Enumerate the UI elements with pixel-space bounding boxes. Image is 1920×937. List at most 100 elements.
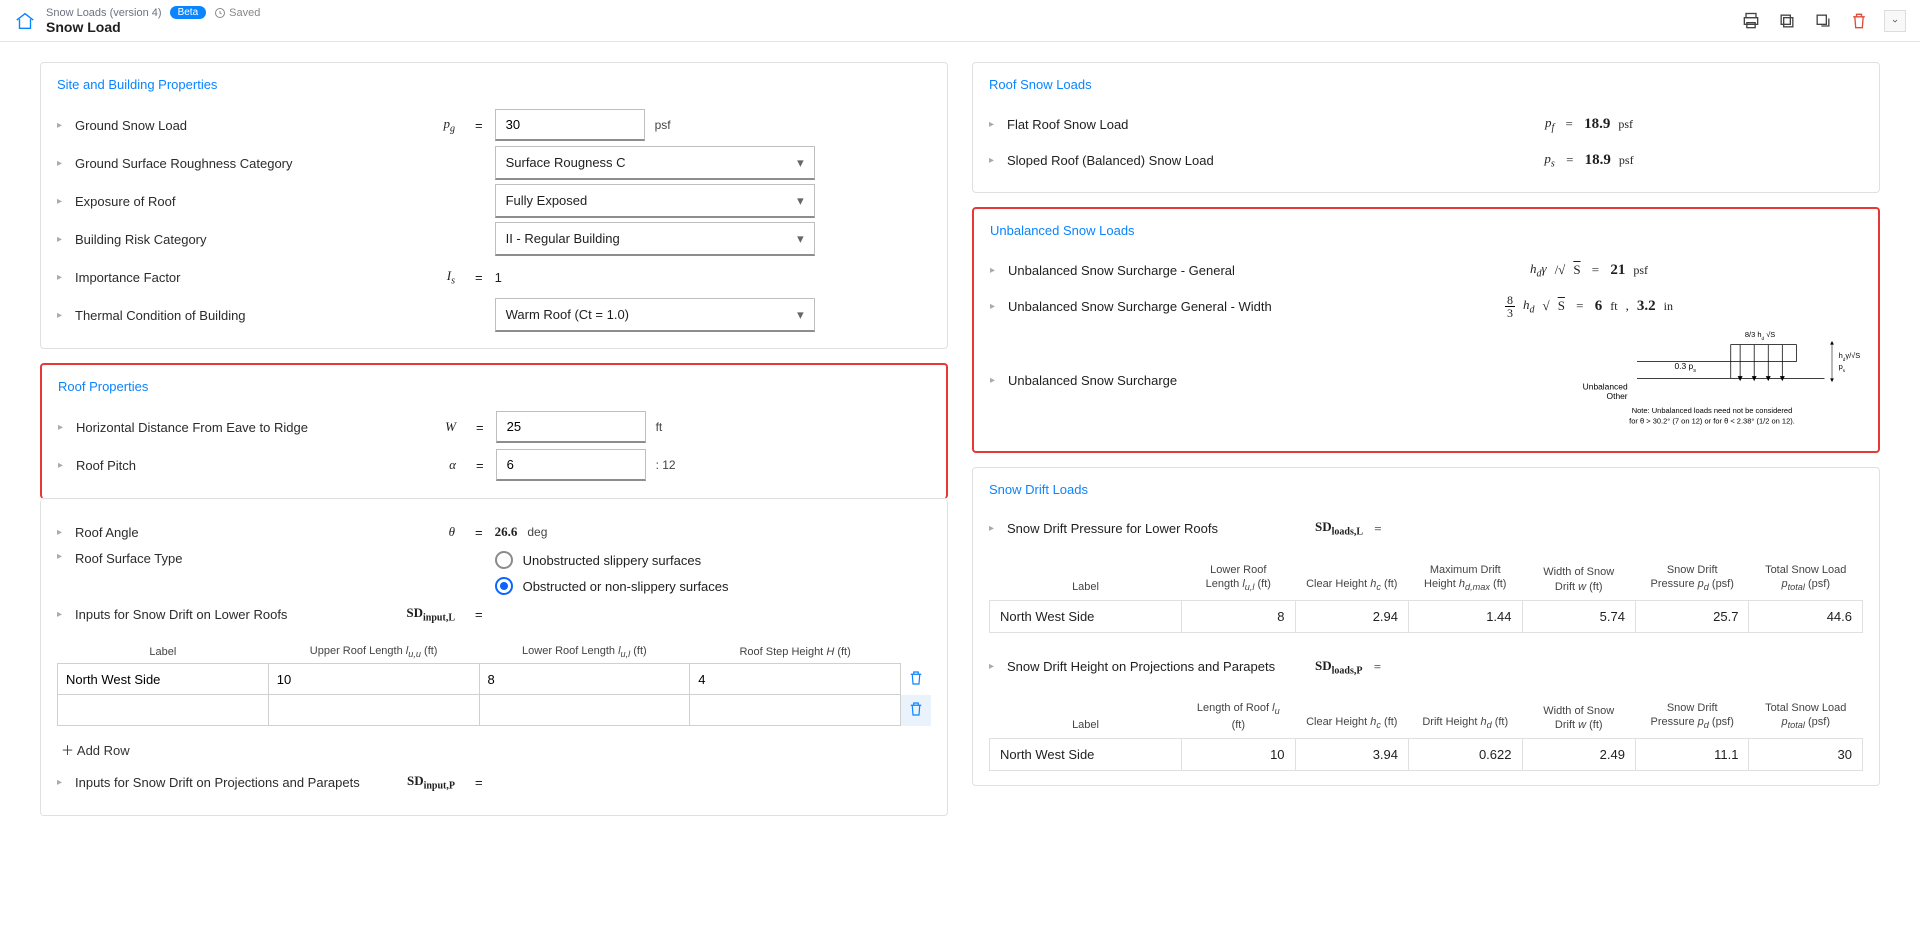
table-row [58, 664, 931, 695]
delete-row-icon[interactable] [901, 664, 931, 695]
svg-text:Other: Other [1607, 391, 1628, 401]
surcharge-width-in: 3.2 [1637, 298, 1656, 315]
angle-label: Roof Angle [75, 525, 375, 540]
pitch-input[interactable] [496, 449, 646, 481]
caret-icon[interactable]: ▸ [57, 158, 67, 169]
print-icon[interactable] [1740, 10, 1762, 32]
surcharge-diagram-label: Unbalanced Snow Surcharge [1008, 373, 1308, 388]
sym-is: Is [383, 268, 463, 287]
svg-text:8/3 hd √S: 8/3 hd √S [1745, 330, 1776, 341]
site-panel-title: Site and Building Properties [57, 77, 931, 92]
caret-icon[interactable]: ▸ [989, 661, 999, 672]
loads-panel-title: Roof Snow Loads [989, 77, 1863, 92]
svg-text:hdγ/√S: hdγ/√S [1839, 351, 1861, 362]
ground-snow-load-input[interactable] [495, 109, 645, 141]
cell-lower[interactable] [480, 664, 690, 694]
drift-panel-title: Snow Drift Loads [989, 482, 1863, 497]
surcharge-width-ft: 6 [1595, 298, 1603, 315]
table-row: North West Side 8 2.94 1.44 5.74 25.7 44… [990, 600, 1863, 632]
risk-select[interactable]: II - Regular Building▾ [495, 222, 815, 256]
drift-proj-label: Snow Drift Height on Projections and Par… [1007, 659, 1307, 674]
delete-row-icon[interactable] [901, 695, 931, 726]
radio-unobstructed[interactable]: Unobstructed slippery surfaces [495, 551, 729, 569]
caret-icon[interactable]: ▸ [990, 301, 1000, 312]
header: Snow Loads (version 4) Beta Saved Snow L… [0, 0, 1920, 42]
exposure-label: Exposure of Roof [75, 194, 375, 209]
caret-icon[interactable]: ▸ [57, 272, 67, 283]
flat-load-value: 18.9 [1584, 116, 1610, 133]
eave-ridge-input[interactable] [496, 411, 646, 443]
beta-badge: Beta [170, 6, 207, 19]
saved-status: Saved [214, 7, 260, 19]
duplicate-icon[interactable] [1812, 10, 1834, 32]
caret-icon[interactable]: ▸ [57, 120, 67, 131]
caret-icon[interactable]: ▸ [58, 422, 68, 433]
thermal-select[interactable]: Warm Roof (Ct = 1.0)▾ [495, 298, 815, 332]
loads-panel: Roof Snow Loads ▸ Flat Roof Snow Load pf… [972, 62, 1880, 193]
sym-theta: θ [383, 524, 463, 540]
surcharge-label: Unbalanced Snow Surcharge - General [1008, 263, 1308, 278]
caret-icon[interactable]: ▸ [58, 460, 68, 471]
exposure-select[interactable]: Fully Exposed▾ [495, 184, 815, 218]
flat-load-label: Flat Roof Snow Load [1007, 117, 1307, 132]
cell-blank[interactable] [690, 695, 900, 725]
drift-input-table: Label Upper Roof Length lu,u (ft) Lower … [57, 641, 931, 726]
drift-lower-label: Snow Drift Pressure for Lower Roofs [1007, 521, 1307, 536]
header-actions [1740, 10, 1906, 32]
sym-w: W [384, 419, 464, 435]
delete-icon[interactable] [1848, 10, 1870, 32]
roof-panel-title: Roof Properties [58, 379, 930, 394]
svg-text:Note: Unbalanced loads need no: Note: Unbalanced loads need not be consi… [1632, 406, 1793, 415]
surcharge-value: 21 [1610, 262, 1625, 279]
caret-icon[interactable]: ▸ [990, 375, 1000, 386]
app-icon [14, 10, 36, 32]
surcharge-diagram: Unbalanced Other 0.3 ps 8/ [1562, 324, 1862, 437]
th-upper: Upper Roof Length lu,u (ft) [268, 641, 479, 664]
caret-icon[interactable]: ▸ [989, 523, 999, 534]
drift-lower-table: Label Lower RoofLength lu,l (ft) Clear H… [989, 557, 1863, 633]
sym-pg: pg [383, 116, 463, 135]
sym-sdinputl: SDinput,L [383, 605, 463, 624]
importance-value: 1 [495, 270, 502, 285]
expand-icon[interactable] [1884, 10, 1906, 32]
caret-icon[interactable]: ▸ [990, 265, 1000, 276]
cell-blank[interactable] [58, 695, 268, 725]
radio-obstructed[interactable]: Obstructed or non-slippery surfaces [495, 577, 729, 595]
th-lower: Lower Roof Length lu,l (ft) [479, 641, 690, 664]
svg-text:ps: ps [1839, 362, 1846, 373]
add-row-button[interactable]: ＋ Add Row [57, 736, 931, 763]
page-title: Snow Load [46, 19, 260, 35]
unbalanced-panel: Unbalanced Snow Loads ▸ Unbalanced Snow … [972, 207, 1880, 453]
cell-blank[interactable] [269, 695, 479, 725]
unbalanced-panel-title: Unbalanced Snow Loads [990, 223, 1862, 238]
sloped-load-value: 18.9 [1585, 152, 1611, 169]
caret-icon[interactable]: ▸ [989, 119, 999, 130]
caret-icon[interactable]: ▸ [57, 310, 67, 321]
caret-icon[interactable]: ▸ [57, 551, 67, 562]
roughness-label: Ground Surface Roughness Category [75, 156, 375, 171]
caret-icon[interactable]: ▸ [57, 609, 67, 620]
cell-label[interactable] [58, 664, 268, 694]
svg-text:0.3 ps: 0.3 ps [1675, 361, 1697, 374]
breadcrumb-text: Snow Loads (version 4) [46, 7, 162, 19]
copy-icon[interactable] [1776, 10, 1798, 32]
caret-icon[interactable]: ▸ [57, 234, 67, 245]
drift-panel: Snow Drift Loads ▸ Snow Drift Pressure f… [972, 467, 1880, 787]
drift-proj-table: Label Length of Roof lu(ft) Clear Height… [989, 695, 1863, 771]
left-column: Site and Building Properties ▸ Ground Sn… [40, 62, 948, 816]
caret-icon[interactable]: ▸ [57, 196, 67, 207]
roof-panel: Roof Properties ▸ Horizontal Distance Fr… [40, 363, 948, 499]
importance-label: Importance Factor [75, 270, 375, 285]
th-label: Label [58, 641, 269, 664]
caret-icon[interactable]: ▸ [57, 527, 67, 538]
th-step: Roof Step Height H (ft) [690, 641, 901, 664]
cell-upper[interactable] [269, 664, 479, 694]
caret-icon[interactable]: ▸ [57, 777, 67, 788]
angle-value: 26.6 [495, 524, 518, 540]
cell-blank[interactable] [480, 695, 690, 725]
cell-step[interactable] [690, 664, 900, 694]
roughness-select[interactable]: Surface Rougness C▾ [495, 146, 815, 180]
risk-label: Building Risk Category [75, 232, 375, 247]
roof-panel-cont: ▸ Roof Angle θ = 26.6 deg ▸ Roof Surface… [40, 499, 948, 816]
caret-icon[interactable]: ▸ [989, 155, 999, 166]
